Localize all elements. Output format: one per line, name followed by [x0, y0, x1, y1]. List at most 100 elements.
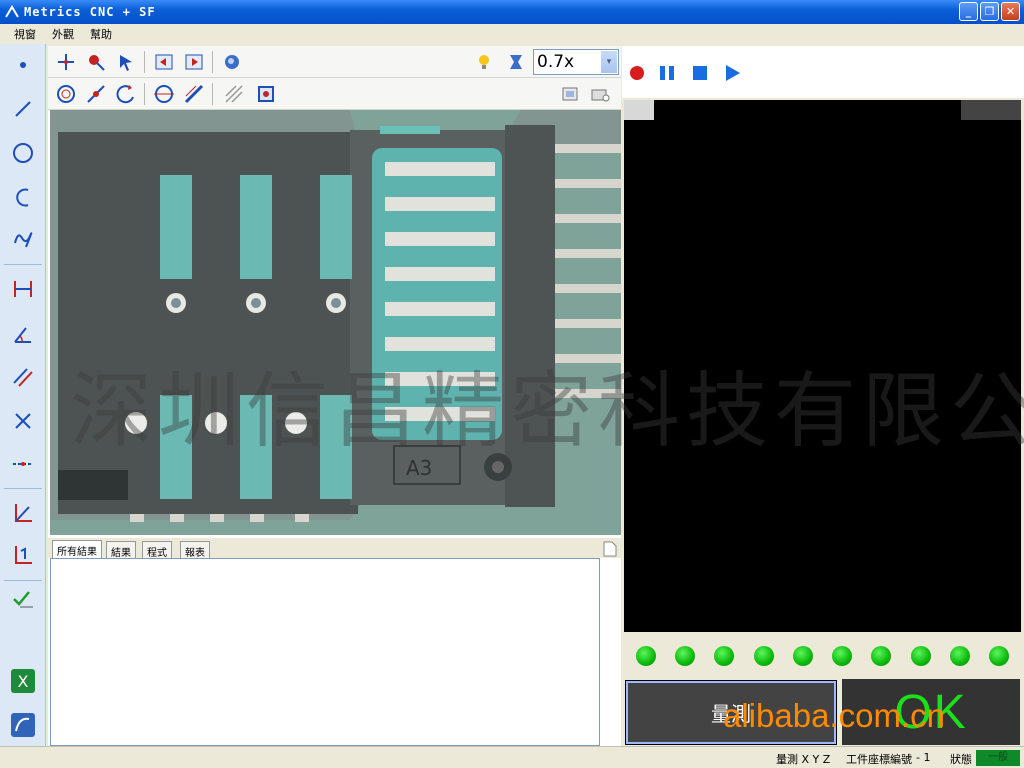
- export-excel-button[interactable]: X: [8, 666, 38, 696]
- curve-icon: [14, 232, 33, 248]
- probe-icon: [89, 55, 105, 71]
- region-button[interactable]: [254, 82, 278, 106]
- arc-tool[interactable]: [8, 182, 38, 212]
- bottom-lead: [170, 514, 184, 522]
- lead-finger: [385, 232, 495, 246]
- play-button[interactable]: [722, 63, 742, 83]
- circle-tool[interactable]: [8, 138, 38, 168]
- lightbulb-icon: [479, 55, 489, 69]
- lead-finger: [385, 302, 495, 316]
- white-dot: [125, 412, 147, 434]
- contact-slot: [240, 175, 272, 279]
- pause-button[interactable]: [657, 63, 677, 83]
- part-label: A3: [406, 456, 432, 480]
- restore-button[interactable]: ❐: [980, 2, 999, 21]
- mount-hole-center: [331, 298, 341, 308]
- tab-program[interactable]: 程式: [142, 541, 172, 559]
- frame-left-button[interactable]: [152, 50, 176, 74]
- zoom-select[interactable]: 0.7x ▾: [533, 49, 619, 75]
- record-button[interactable]: [627, 63, 647, 83]
- status-led: [950, 646, 971, 666]
- curve-tool[interactable]: [8, 224, 38, 254]
- datum-tool[interactable]: [8, 540, 38, 570]
- pointer-button[interactable]: [114, 50, 138, 74]
- report-icon: [11, 713, 35, 737]
- tab-report[interactable]: 報表: [180, 541, 210, 559]
- status-led: [871, 646, 892, 666]
- menu-help[interactable]: 幫助: [90, 26, 112, 42]
- line-fit-button[interactable]: [84, 82, 108, 106]
- stage-icon: [510, 55, 522, 69]
- arc-fit-button[interactable]: [114, 82, 138, 106]
- results-panel[interactable]: [50, 558, 600, 746]
- hatch-button[interactable]: [222, 82, 246, 106]
- progress-right: [961, 100, 1021, 120]
- status-mode: 量測 X Y Z: [776, 753, 831, 766]
- stop-button[interactable]: [690, 63, 710, 83]
- distance-tool[interactable]: [8, 274, 38, 304]
- stop-icon: [693, 66, 707, 80]
- play-icon: [726, 65, 740, 81]
- lead-finger: [385, 407, 495, 421]
- record-icon: [630, 66, 644, 80]
- status-coord-label: 工件座標編號: [846, 753, 912, 766]
- bottom-lead: [210, 514, 224, 522]
- edge-probe-button[interactable]: [84, 50, 108, 74]
- excel-icon: X: [11, 669, 35, 693]
- auto-circle-button[interactable]: [152, 82, 176, 106]
- outer-lead: [555, 179, 621, 188]
- status-led: [792, 646, 813, 666]
- close-button[interactable]: ✕: [1001, 2, 1020, 21]
- point-tool[interactable]: [8, 50, 38, 80]
- measurement-pane: 0.7x ▾ A3 所有結果 結果 程式 報表: [48, 46, 621, 746]
- frame-right-button[interactable]: [182, 50, 206, 74]
- coordinate-tool[interactable]: [8, 498, 38, 528]
- parallel-tool[interactable]: [8, 362, 38, 392]
- playback-pane: 量測 OK: [622, 46, 1024, 746]
- circle-fit-button[interactable]: [54, 82, 78, 106]
- outer-lead: [555, 319, 621, 328]
- results-tabs: 所有結果 結果 程式 報表: [48, 538, 621, 559]
- point-icon: [20, 62, 26, 68]
- auto-focus-button[interactable]: [220, 50, 244, 74]
- camera-view[interactable]: A3: [50, 110, 621, 535]
- report-button[interactable]: [8, 710, 38, 740]
- new-document-icon[interactable]: [603, 541, 617, 557]
- check-tool[interactable]: [8, 584, 38, 614]
- camera-settings-button[interactable]: [588, 82, 612, 106]
- window-title: Metrics CNC + SF: [24, 5, 156, 19]
- measure-button[interactable]: 量測: [625, 680, 837, 745]
- angle-tool[interactable]: [8, 319, 38, 349]
- lead-finger: [385, 162, 495, 176]
- save-image-button[interactable]: [558, 82, 582, 106]
- line-tool[interactable]: [8, 94, 38, 124]
- light-button[interactable]: [472, 50, 496, 74]
- white-dot: [285, 412, 307, 434]
- lead-finger: [385, 267, 495, 281]
- crosshair-button[interactable]: [54, 50, 78, 74]
- tab-results[interactable]: 結果: [106, 541, 136, 559]
- status-state-label: 狀態: [950, 753, 972, 766]
- menu-window[interactable]: 視窗: [14, 26, 36, 42]
- svg-text:X: X: [18, 672, 29, 691]
- pointer-icon: [120, 55, 132, 71]
- bottom-lead: [295, 514, 309, 522]
- contact-slot: [320, 395, 352, 499]
- toolbar-second: [48, 78, 621, 110]
- auto-line-button[interactable]: [182, 82, 206, 106]
- menu-appearance[interactable]: 外觀: [52, 26, 74, 42]
- tab-all-results[interactable]: 所有結果: [52, 540, 102, 558]
- circle-icon: [13, 143, 33, 163]
- contact-slot: [240, 395, 272, 499]
- intersection-tool[interactable]: [8, 406, 38, 436]
- auto-line-icon: [184, 84, 204, 104]
- minimize-button[interactable]: _: [959, 2, 978, 21]
- midpoint-tool[interactable]: [8, 449, 38, 479]
- status-bar: 量測 X Y Z 工件座標編號 - 1 狀態 一般: [0, 746, 1024, 768]
- ok-indicator: OK: [842, 679, 1020, 745]
- stage-button[interactable]: [504, 50, 528, 74]
- status-led: [714, 646, 735, 666]
- status-led: [674, 646, 695, 666]
- status-led: [832, 646, 853, 666]
- toolbar-top: 0.7x ▾: [48, 46, 621, 78]
